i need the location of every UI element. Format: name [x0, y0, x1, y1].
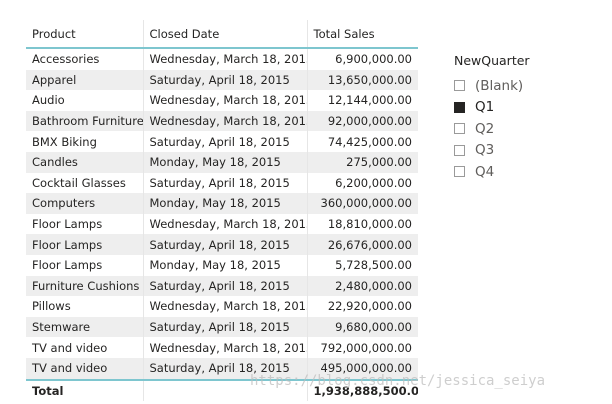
- total-sales-cell: 92,000,000.00: [307, 110, 418, 132]
- closed-date-cell: Saturday, April 18, 2015: [143, 69, 308, 91]
- checkbox-icon[interactable]: [454, 166, 465, 178]
- product-cell: Candles: [26, 151, 144, 173]
- table-row[interactable]: Furniture Cushions Saturday, April 18, 20…: [26, 275, 418, 297]
- product-cell: Accessories: [26, 48, 144, 70]
- closed-date-cell: Monday, May 18, 2015: [143, 254, 308, 276]
- table-total-row: Total 1,938,888,500.00: [26, 378, 418, 401]
- total-sales-cell: 26,676,000.00: [307, 234, 418, 255]
- table-row[interactable]: Computers Monday, May 18, 2015 360,000,000…: [26, 193, 418, 214]
- column-header-product[interactable]: Product: [26, 20, 144, 49]
- product-cell: Cocktail Glasses: [26, 172, 144, 194]
- checkbox-checked-icon[interactable]: [454, 101, 465, 113]
- table-row[interactable]: Stemware Saturday, April 18, 2015 9,680,00…: [26, 316, 418, 338]
- closed-date-cell: Monday, May 18, 2015: [143, 193, 308, 214]
- slicer-item-q1[interactable]: Q1: [454, 97, 574, 119]
- closed-date-cell: Wednesday, March 18, 2015: [143, 110, 308, 132]
- slicer-item-label: Q4: [475, 163, 495, 180]
- slicer-item-q2[interactable]: Q2: [454, 118, 574, 140]
- slicer-items: (Blank) Q1 Q2 Q3 Q4: [454, 75, 574, 183]
- product-cell: TV and video: [26, 357, 144, 380]
- closed-date-cell: Wednesday, March 18, 2015: [143, 90, 308, 111]
- total-sales-cell: 2,480,000.00: [307, 275, 418, 297]
- sales-table-visual: Product Closed Date Total Sales Accessor…: [26, 20, 418, 401]
- product-cell: Bathroom Furniture: [26, 110, 144, 132]
- closed-date-cell: Wednesday, March 18, 2015: [143, 337, 308, 358]
- product-cell: Computers: [26, 193, 144, 214]
- column-header-total-sales[interactable]: Total Sales: [307, 20, 418, 49]
- slicer-item-label: Q3: [475, 142, 495, 159]
- product-cell: Pillows: [26, 296, 144, 317]
- table-row[interactable]: Floor Lamps Wednesday, March 18, 2015 18,8…: [26, 213, 418, 235]
- total-sales-cell: 360,000,000.00: [307, 193, 418, 214]
- checkbox-icon[interactable]: [454, 123, 465, 135]
- total-sales-cell: 275,000.00: [307, 151, 418, 173]
- slicer-title: NewQuarter: [454, 53, 530, 68]
- sales-table: Product Closed Date Total Sales Accessor…: [26, 20, 418, 401]
- closed-date-cell: Saturday, April 18, 2015: [143, 234, 308, 255]
- total-sales-cell: 22,920,000.00: [327, 299, 412, 314]
- checkbox-icon[interactable]: [454, 144, 465, 156]
- closed-date-cell: Saturday, April 18, 2015: [143, 172, 308, 194]
- slicer-item-blank[interactable]: (Blank): [454, 75, 574, 97]
- total-value: 1,938,888,500.00: [307, 378, 418, 401]
- table-row[interactable]: TV and video Saturday, April 18, 2015 495,…: [26, 357, 418, 380]
- product-cell: Furniture Cushions: [26, 275, 144, 297]
- closed-date-cell: Saturday, April 18, 2015: [143, 316, 308, 338]
- total-sales-cell: 6,900,000.00: [335, 52, 412, 67]
- closed-date-cell: Monday, May 18, 2015: [143, 151, 308, 173]
- closed-date-cell: Saturday, April 18, 2015: [143, 131, 308, 152]
- closed-date-cell: Saturday, April 18, 2015: [143, 275, 308, 297]
- total-sales-cell: 495,000,000.00: [307, 357, 418, 380]
- table-row[interactable]: TV and video Wednesday, March 18, 2015 792…: [26, 337, 418, 358]
- newquarter-slicer: NewQuarter (Blank) Q1 Q2 Q3 Q4: [454, 52, 574, 183]
- total-sales-cell: 5,728,500.00: [335, 258, 412, 273]
- table-header-row: Product Closed Date Total Sales: [26, 20, 418, 49]
- slicer-item-label: (Blank): [475, 77, 524, 94]
- product-cell: Audio: [26, 90, 144, 111]
- table-row[interactable]: Bathroom Furniture Wednesday, March 18, 2…: [26, 110, 418, 132]
- table-row[interactable]: Candles Monday, May 18, 2015 275,000.00: [26, 151, 418, 173]
- total-sales-cell: 74,425,000.00: [327, 134, 412, 149]
- total-empty-cell: [143, 378, 308, 401]
- slicer-item-q4[interactable]: Q4: [454, 161, 574, 183]
- total-sales-cell: 792,000,000.00: [320, 340, 412, 355]
- slicer-item-label: Q2: [475, 120, 495, 137]
- table-row[interactable]: Floor Lamps Monday, May 18, 2015 5,728,500…: [26, 254, 418, 276]
- product-cell: TV and video: [26, 337, 144, 358]
- product-cell: BMX Biking: [26, 131, 144, 152]
- checkbox-icon[interactable]: [454, 80, 465, 92]
- total-label: Total: [26, 378, 144, 401]
- closed-date-cell: Wednesday, March 18, 2015: [143, 48, 308, 70]
- table-row[interactable]: Audio Wednesday, March 18, 2015 12,144,000…: [26, 90, 418, 111]
- product-cell: Apparel: [26, 69, 144, 91]
- product-cell: Stemware: [26, 316, 144, 338]
- table-body: Accessories Wednesday, March 18, 2015 6,90…: [26, 48, 418, 380]
- table-row[interactable]: BMX Biking Saturday, April 18, 2015 74,425…: [26, 131, 418, 152]
- table-row[interactable]: Apparel Saturday, April 18, 2015 13,650,00…: [26, 69, 418, 91]
- column-header-closed-date[interactable]: Closed Date: [143, 20, 308, 49]
- closed-date-cell: Wednesday, March 18, 2015: [143, 296, 308, 317]
- table-row[interactable]: Cocktail Glasses Saturday, April 18, 2015…: [26, 172, 418, 194]
- slicer-item-label: Q1: [475, 99, 495, 116]
- total-sales-cell: 18,810,000.00: [327, 217, 412, 232]
- total-sales-cell: 12,144,000.00: [327, 93, 412, 108]
- table-row[interactable]: Pillows Wednesday, March 18, 2015 22,920,0…: [26, 296, 418, 317]
- total-sales-cell: 9,680,000.00: [307, 316, 418, 338]
- product-cell: Floor Lamps: [26, 234, 144, 255]
- table-row[interactable]: Floor Lamps Saturday, April 18, 2015 26,67…: [26, 234, 418, 255]
- table-row[interactable]: Accessories Wednesday, March 18, 2015 6,90…: [26, 48, 418, 70]
- product-cell: Floor Lamps: [26, 254, 144, 276]
- closed-date-cell: Wednesday, March 18, 2015: [143, 213, 308, 235]
- total-sales-cell: 6,200,000.00: [335, 175, 412, 190]
- total-sales-cell: 13,650,000.00: [307, 69, 418, 91]
- closed-date-cell: Saturday, April 18, 2015: [143, 357, 308, 380]
- product-cell: Floor Lamps: [26, 213, 144, 235]
- slicer-item-q3[interactable]: Q3: [454, 140, 574, 162]
